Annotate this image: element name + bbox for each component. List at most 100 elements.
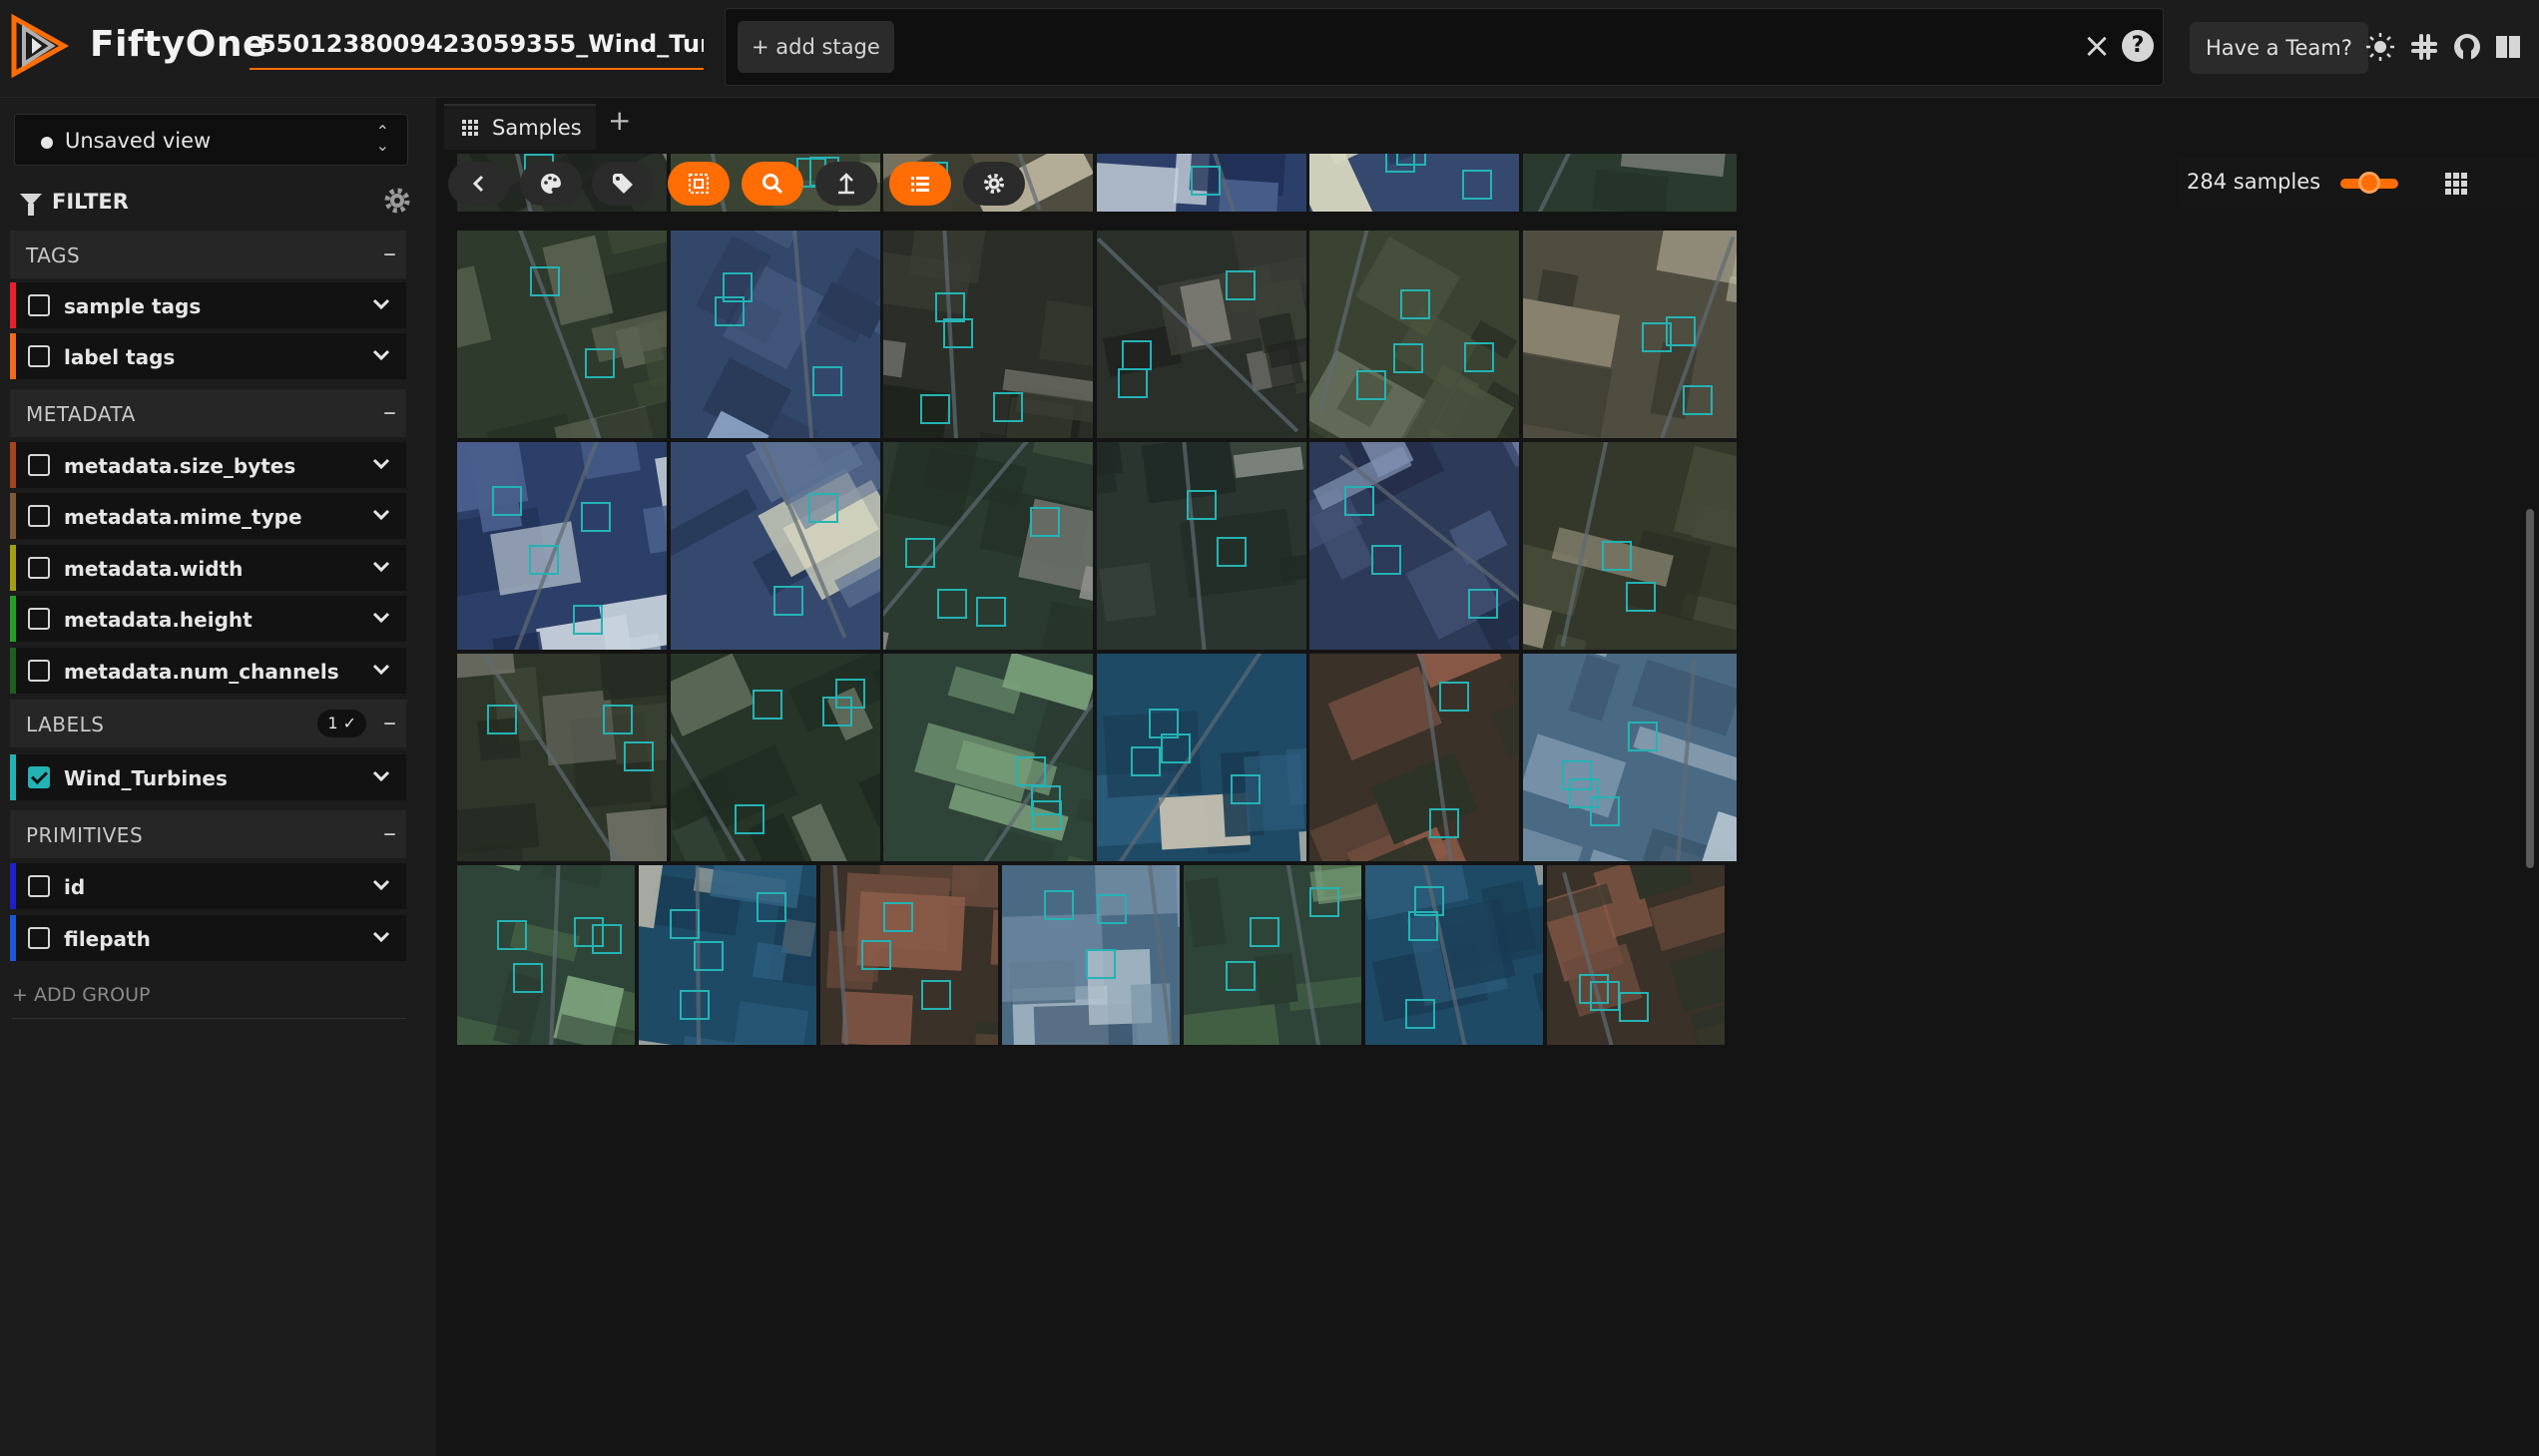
- field-checkbox[interactable]: [28, 505, 50, 527]
- sample-tile[interactable]: [1547, 865, 1725, 1045]
- sample-thumbnail: [1097, 654, 1306, 861]
- field-id[interactable]: id: [10, 863, 406, 909]
- field-filepath[interactable]: filepath: [10, 915, 406, 961]
- tag-button[interactable]: [592, 162, 654, 206]
- sample-tile[interactable]: [883, 231, 1093, 438]
- filter-header: FILTER: [20, 190, 129, 216]
- sample-tile[interactable]: [1184, 865, 1361, 1045]
- close-icon[interactable]: ×: [2079, 29, 2115, 65]
- field-checkbox[interactable]: [28, 345, 50, 367]
- dataset-selector[interactable]: -5501238009423059355_Wind_Turbines: [250, 30, 704, 70]
- add-stage-button[interactable]: + add stage: [738, 21, 894, 73]
- sample-grid[interactable]: [457, 154, 2519, 1456]
- tab-samples[interactable]: Samples: [444, 104, 596, 150]
- group-header-metadata[interactable]: METADATA –: [10, 389, 406, 437]
- field-metadata-size-bytes[interactable]: metadata.size_bytes: [10, 442, 406, 488]
- field-color-stripe: [10, 333, 16, 379]
- settings-button[interactable]: [963, 162, 1025, 206]
- sample-tile[interactable]: [457, 654, 667, 861]
- sample-tile[interactable]: [1523, 231, 1737, 438]
- chevron-down-icon[interactable]: [370, 555, 392, 577]
- field-wind-turbines[interactable]: Wind_Turbines: [10, 754, 406, 800]
- sample-tile[interactable]: [457, 231, 667, 438]
- sample-tile[interactable]: [820, 865, 998, 1045]
- slack-icon[interactable]: [2409, 32, 2439, 62]
- collapse-icon[interactable]: –: [383, 708, 396, 737]
- sample-tile[interactable]: [1365, 865, 1543, 1045]
- sample-tile[interactable]: [1309, 654, 1519, 861]
- collapse-icon[interactable]: –: [383, 239, 396, 268]
- sample-tile[interactable]: [1097, 154, 1306, 212]
- chevron-down-icon[interactable]: [370, 452, 392, 474]
- zoom-slider-handle[interactable]: [2358, 172, 2380, 194]
- sample-tile[interactable]: [671, 231, 880, 438]
- sample-tile[interactable]: [1002, 865, 1180, 1045]
- sample-tile[interactable]: [1097, 654, 1306, 861]
- fiftyone-logo-icon[interactable]: [8, 12, 70, 80]
- book-icon[interactable]: [2493, 32, 2523, 62]
- have-a-team-button[interactable]: Have a Team?: [2190, 22, 2368, 74]
- sample-tile[interactable]: [1309, 442, 1519, 650]
- sample-tile[interactable]: [1523, 154, 1737, 212]
- field-metadata-num-channels[interactable]: metadata.num_channels: [10, 648, 406, 694]
- saved-view-selector[interactable]: Unsaved view ⌃ ⌄: [14, 114, 408, 166]
- field-metadata-height[interactable]: metadata.height: [10, 596, 406, 642]
- sample-tile[interactable]: [671, 442, 880, 650]
- add-panel-icon[interactable]: +: [608, 104, 631, 137]
- group-header-labels[interactable]: LABELS 1 ✓ –: [10, 700, 406, 747]
- grid-scrollbar[interactable]: [2526, 509, 2534, 868]
- app-brand[interactable]: FiftyOne: [90, 24, 267, 65]
- field-label-tags[interactable]: label tags: [10, 333, 406, 379]
- color-scheme-button[interactable]: [520, 162, 582, 206]
- chevron-down-icon[interactable]: [370, 658, 392, 680]
- sample-tile[interactable]: [457, 865, 635, 1045]
- field-checkbox[interactable]: [28, 927, 50, 949]
- sample-tile[interactable]: [883, 442, 1093, 650]
- field-checkbox[interactable]: [28, 875, 50, 897]
- field-checkbox[interactable]: [28, 608, 50, 630]
- sample-thumbnail: [883, 442, 1093, 650]
- field-checkbox[interactable]: [28, 294, 50, 316]
- sample-tile[interactable]: [1523, 442, 1737, 650]
- sample-tile[interactable]: [1097, 442, 1306, 650]
- field-metadata-width[interactable]: metadata.width: [10, 545, 406, 591]
- chevron-down-icon[interactable]: [370, 925, 392, 947]
- similarity-search-button[interactable]: [742, 162, 803, 206]
- display-options-button[interactable]: [889, 162, 951, 206]
- patches-button[interactable]: [668, 162, 730, 206]
- view-stage-bar[interactable]: + add stage × ?: [725, 8, 2164, 86]
- group-name: METADATA: [26, 402, 136, 426]
- add-group-button[interactable]: + ADD GROUP: [12, 984, 151, 1006]
- sample-tile[interactable]: [1309, 154, 1519, 212]
- help-icon[interactable]: ?: [2122, 30, 2154, 62]
- chevron-down-icon[interactable]: [370, 873, 392, 895]
- sample-tile[interactable]: [1523, 654, 1737, 861]
- gear-icon[interactable]: [382, 186, 412, 216]
- field-checkbox[interactable]: [28, 766, 50, 788]
- field-checkbox[interactable]: [28, 454, 50, 476]
- field-sample-tags[interactable]: sample tags: [10, 282, 406, 328]
- chevron-down-icon[interactable]: [370, 764, 392, 786]
- grid-view-icon[interactable]: [2444, 172, 2468, 196]
- sort-button[interactable]: [815, 162, 877, 206]
- group-header-primitives[interactable]: PRIMITIVES –: [10, 810, 406, 858]
- sun-icon[interactable]: [2365, 32, 2395, 62]
- group-header-tags[interactable]: TAGS –: [10, 231, 406, 278]
- sample-tile[interactable]: [1097, 231, 1306, 438]
- github-icon[interactable]: [2452, 32, 2482, 62]
- sample-tile[interactable]: [883, 654, 1093, 861]
- chevron-down-icon[interactable]: [370, 606, 392, 628]
- field-checkbox[interactable]: [28, 557, 50, 579]
- sample-tile[interactable]: [457, 442, 667, 650]
- field-metadata-mime-type[interactable]: metadata.mime_type: [10, 493, 406, 539]
- chevron-down-icon[interactable]: [370, 503, 392, 525]
- chevron-down-icon[interactable]: [370, 343, 392, 365]
- collapse-icon[interactable]: –: [383, 397, 396, 427]
- field-checkbox[interactable]: [28, 660, 50, 682]
- sample-tile[interactable]: [671, 654, 880, 861]
- collapse-icon[interactable]: –: [383, 818, 396, 848]
- sample-tile[interactable]: [1309, 231, 1519, 438]
- chevron-down-icon[interactable]: [370, 292, 392, 314]
- sample-tile[interactable]: [639, 865, 816, 1045]
- back-button[interactable]: [448, 162, 510, 206]
